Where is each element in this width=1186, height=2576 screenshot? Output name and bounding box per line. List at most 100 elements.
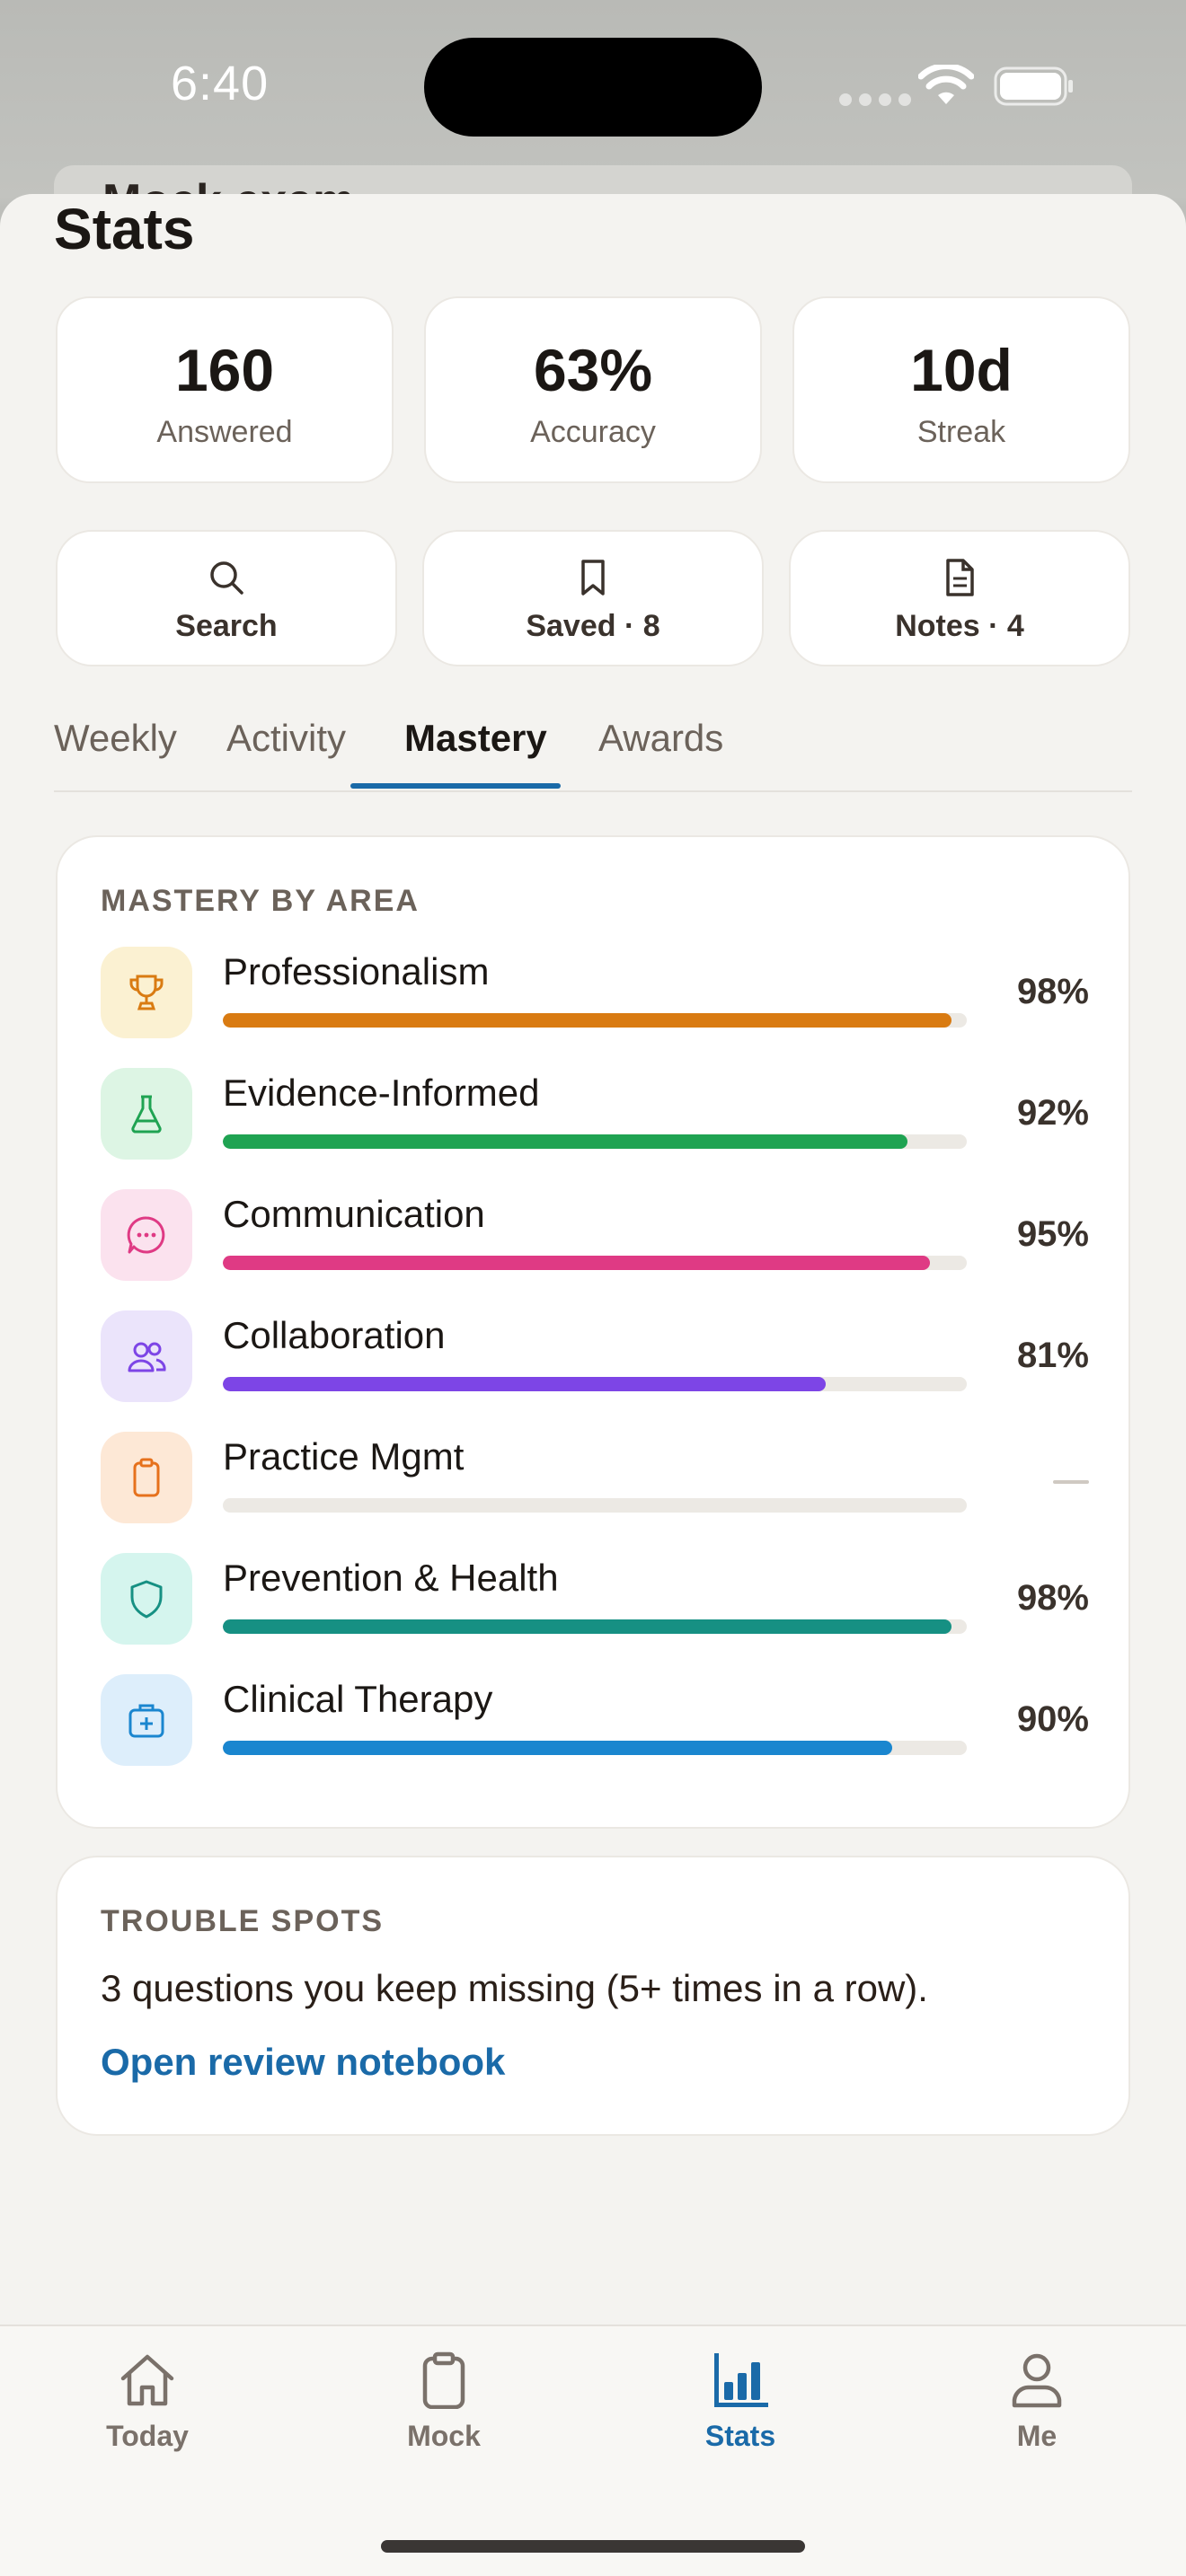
clipboard-icon bbox=[422, 2351, 465, 2409]
area-icon-bg bbox=[101, 1068, 192, 1160]
person-icon bbox=[1012, 2353, 1062, 2408]
area-icon-bg bbox=[101, 947, 192, 1038]
area-icon-bg bbox=[101, 1674, 192, 1766]
mastery-row-clinical-therapy: Clinical Therapy 90% bbox=[101, 1674, 1089, 1773]
stat-value: 63% bbox=[533, 337, 653, 403]
status-time: 6:40 bbox=[171, 57, 270, 110]
area-progress-fill bbox=[223, 1134, 907, 1149]
area-percent: 95% bbox=[1016, 1214, 1089, 1254]
tabbar-stats[interactable]: Stats bbox=[651, 2351, 830, 2453]
mastery-heading: MASTERY BY AREA bbox=[101, 884, 420, 918]
bar-chart-icon bbox=[714, 2353, 768, 2407]
tabbar-mock[interactable]: Mock bbox=[354, 2351, 534, 2453]
stat-value: 160 bbox=[174, 337, 275, 403]
area-name: Professionalism bbox=[223, 950, 490, 992]
area-percent: 98% bbox=[1016, 1578, 1089, 1618]
area-progress-fill bbox=[223, 1377, 826, 1391]
area-progress-track bbox=[223, 1498, 967, 1513]
page-title: Stats bbox=[54, 197, 195, 261]
users-icon bbox=[128, 1342, 166, 1372]
no-data-dash bbox=[1053, 1480, 1089, 1484]
mastery-row-collaboration: Collaboration 81% bbox=[101, 1310, 1089, 1409]
trouble-spots-card: TROUBLE SPOTS 3 questions you keep missi… bbox=[56, 1856, 1130, 2136]
tabbar-label: Mock bbox=[407, 2420, 481, 2452]
stat-card-streak: 10d Streak bbox=[792, 296, 1130, 483]
area-progress-track bbox=[223, 1619, 967, 1634]
search-button-label: Search bbox=[175, 609, 278, 643]
stat-label: Accuracy bbox=[530, 415, 656, 449]
stats-tabs: Weekly Activity Mastery Awards bbox=[54, 706, 1132, 792]
stat-card-answered: 160 Answered bbox=[56, 296, 394, 483]
saved-button-label: Saved · 8 bbox=[526, 609, 660, 643]
stat-label: Streak bbox=[916, 415, 1006, 449]
stat-card-accuracy: 63% Accuracy bbox=[424, 296, 762, 483]
tabbar-today[interactable]: Today bbox=[58, 2351, 237, 2453]
home-indicator bbox=[381, 2540, 805, 2553]
area-progress-track bbox=[223, 1256, 967, 1270]
tab-weekly[interactable]: Weekly bbox=[54, 717, 177, 760]
mastery-row-communication: Communication 95% bbox=[101, 1189, 1089, 1288]
search-icon bbox=[210, 561, 243, 595]
active-tab-indicator bbox=[350, 783, 561, 789]
area-progress-fill bbox=[223, 1013, 952, 1028]
area-progress-track bbox=[223, 1134, 967, 1149]
area-percent: 92% bbox=[1016, 1093, 1089, 1133]
flask-icon bbox=[131, 1095, 162, 1134]
area-icon-bg bbox=[101, 1310, 192, 1402]
search-button[interactable]: Search bbox=[56, 530, 397, 666]
stat-value: 10d bbox=[910, 337, 1013, 403]
saved-button[interactable]: Saved · 8 bbox=[422, 530, 764, 666]
mastery-row-practice-mgmt: Practice Mgmt bbox=[101, 1432, 1089, 1531]
tabbar-label: Stats bbox=[704, 2420, 776, 2452]
area-name: Evidence-Informed bbox=[223, 1072, 540, 1114]
area-percent: 81% bbox=[1016, 1336, 1089, 1375]
notes-button-label: Notes · 4 bbox=[895, 609, 1024, 643]
area-name: Communication bbox=[223, 1193, 485, 1235]
area-icon-bg bbox=[101, 1432, 192, 1523]
bottom-tab-bar: Today Mock Stats Me bbox=[0, 2325, 1186, 2576]
area-name: Prevention & Health bbox=[223, 1557, 559, 1599]
document-icon bbox=[946, 559, 974, 596]
shield-icon bbox=[130, 1580, 163, 1619]
tab-activity[interactable]: Activity bbox=[226, 717, 346, 760]
battery-icon bbox=[994, 66, 1073, 106]
area-name: Collaboration bbox=[223, 1314, 446, 1356]
wifi-icon bbox=[918, 65, 974, 104]
area-icon-bg bbox=[101, 1189, 192, 1281]
home-icon bbox=[120, 2354, 174, 2406]
tabbar-label: Me bbox=[1016, 2420, 1058, 2452]
stats-sheet: Stats 160 Answered 63% Accuracy 10d Stre… bbox=[0, 194, 1186, 2576]
tab-mastery[interactable]: Mastery bbox=[404, 717, 547, 760]
trouble-heading: TROUBLE SPOTS bbox=[101, 1904, 385, 1938]
mastery-row-prevention-health: Prevention & Health 98% bbox=[101, 1553, 1089, 1652]
area-percent: 90% bbox=[1016, 1699, 1089, 1739]
tabbar-label: Today bbox=[106, 2420, 189, 2452]
area-progress-track bbox=[223, 1013, 967, 1028]
mastery-card: MASTERY BY AREA Professionalism 98% Evid… bbox=[56, 835, 1130, 1829]
status-bar: 6:40 bbox=[0, 0, 1186, 171]
screen: 6:40 Mock exam Stats 160 Answered 63% Ac… bbox=[0, 0, 1186, 2576]
cellular-signal-icon bbox=[839, 93, 911, 106]
notes-button[interactable]: Notes · 4 bbox=[789, 530, 1130, 666]
bookmark-icon bbox=[581, 560, 605, 595]
area-name: Clinical Therapy bbox=[223, 1678, 493, 1720]
tabbar-me[interactable]: Me bbox=[947, 2351, 1127, 2453]
clipboard-icon bbox=[133, 1458, 160, 1497]
area-progress-fill bbox=[223, 1619, 952, 1634]
stat-label: Answered bbox=[156, 415, 293, 449]
mastery-row-professionalism: Professionalism 98% bbox=[101, 947, 1089, 1045]
area-icon-bg bbox=[101, 1553, 192, 1645]
mastery-row-evidence-informed: Evidence-Informed 92% bbox=[101, 1068, 1089, 1167]
open-review-notebook-link[interactable]: Open review notebook bbox=[101, 2041, 505, 2084]
dynamic-island bbox=[424, 38, 762, 137]
area-name: Practice Mgmt bbox=[223, 1435, 465, 1478]
chat-icon bbox=[127, 1216, 165, 1254]
area-progress-track bbox=[223, 1377, 967, 1391]
area-progress-fill bbox=[223, 1741, 893, 1755]
trouble-description: 3 questions you keep missing (5+ times i… bbox=[101, 1967, 928, 2009]
tab-awards[interactable]: Awards bbox=[598, 717, 723, 760]
trophy-icon bbox=[129, 975, 164, 1010]
area-progress-track bbox=[223, 1741, 967, 1755]
area-percent: 98% bbox=[1016, 972, 1089, 1011]
medkit-icon bbox=[128, 1704, 164, 1738]
